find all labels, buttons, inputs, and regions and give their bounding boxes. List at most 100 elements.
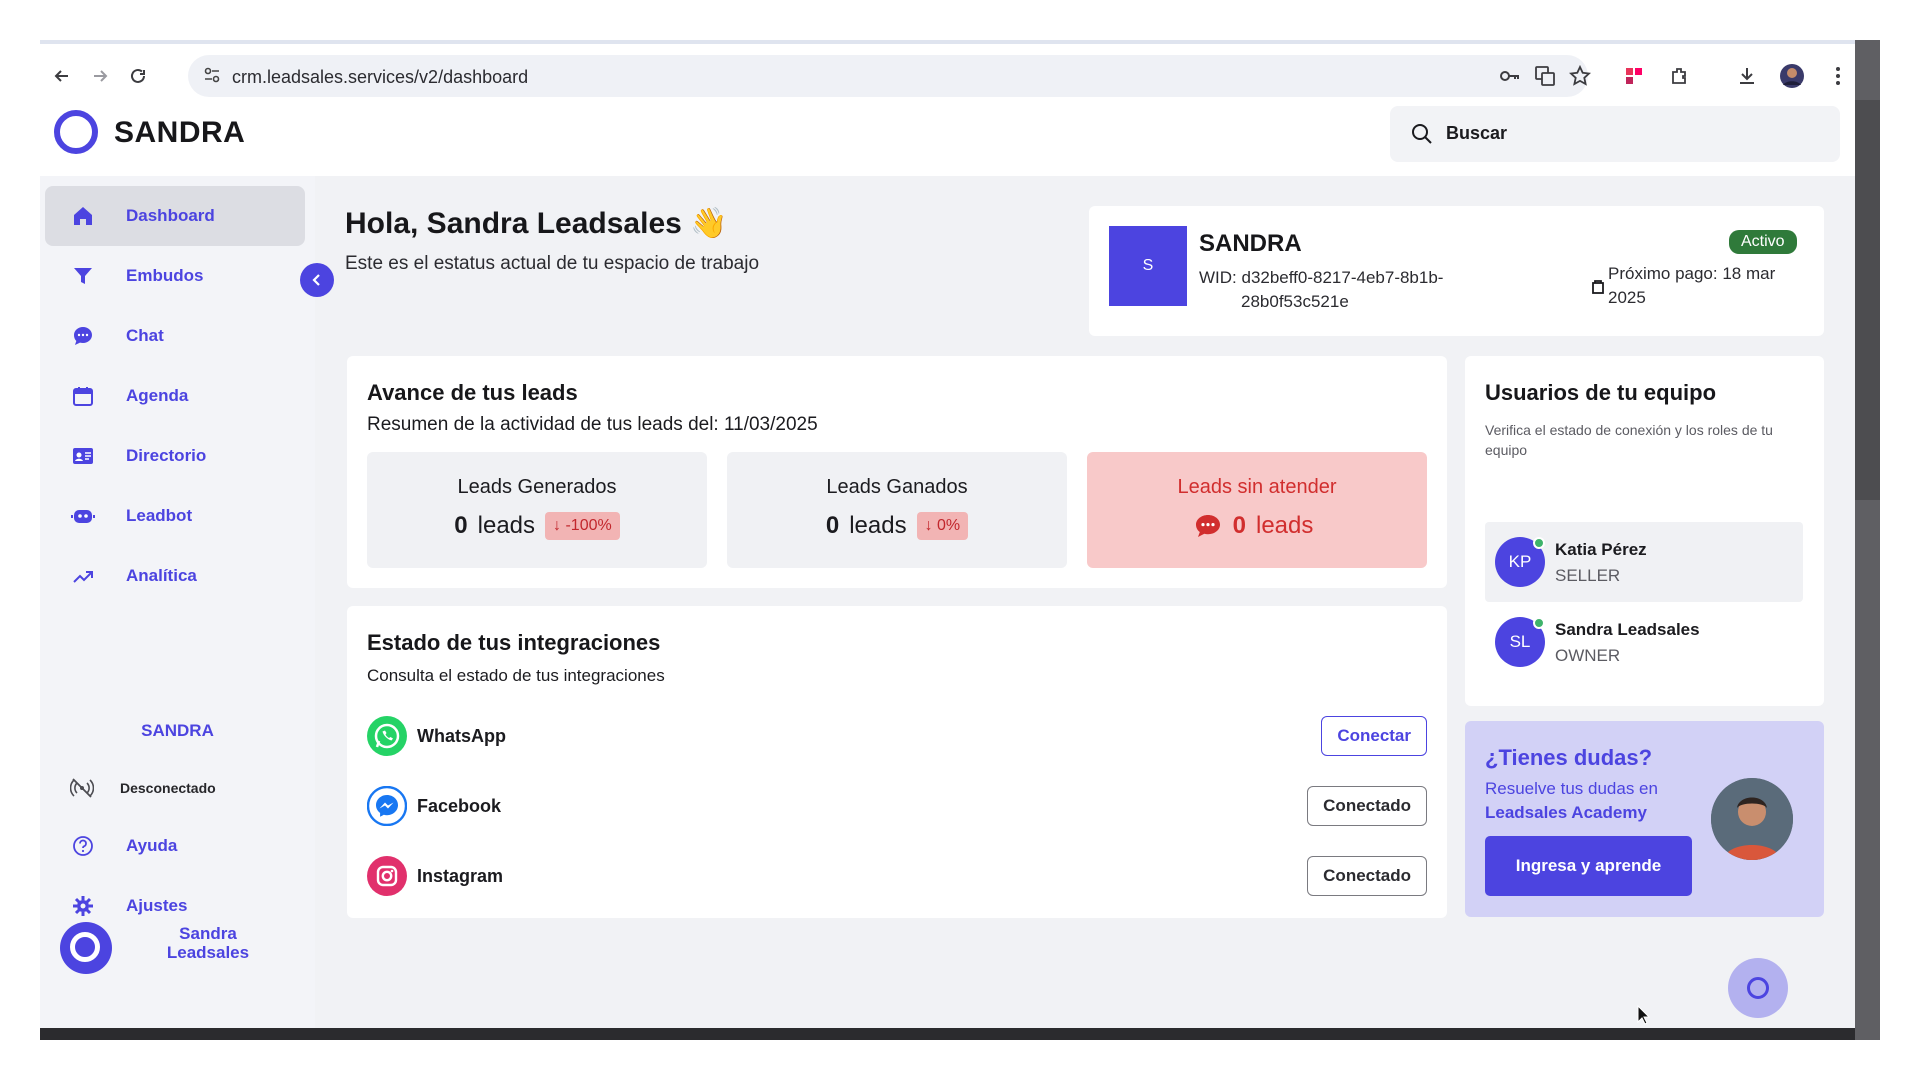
workspace-id-line1: WID: d32beff0-8217-4eb7-8b1b-	[1199, 268, 1444, 287]
bookmark-star-icon[interactable]	[1568, 64, 1592, 89]
signal-off-icon	[70, 778, 94, 798]
connection-status[interactable]: Desconectado	[70, 776, 216, 800]
stat-title: Leads sin atender	[1177, 476, 1337, 498]
stat-leads-unattended[interactable]: Leads sin atender 0 leads	[1087, 452, 1427, 568]
advisor-photo	[1711, 778, 1793, 860]
sidebar-item-label: Ayuda	[126, 836, 178, 855]
help-text: Resuelve tus dudas en	[1485, 779, 1658, 798]
search-label: Buscar	[1446, 123, 1508, 143]
next-payment: Próximo pago: 18 mar 2025	[1592, 262, 1828, 310]
sidebar-item-dashboard[interactable]: Dashboard	[45, 186, 305, 246]
browser-menu-icon[interactable]	[1822, 60, 1854, 92]
forward-icon[interactable]	[84, 60, 116, 92]
search-input[interactable]: Buscar	[1390, 106, 1840, 162]
back-icon[interactable]	[46, 60, 78, 92]
workspace-id-line2: 28b0f53c521e	[1241, 292, 1349, 311]
outer-scrollbar[interactable]	[1855, 40, 1880, 1040]
scrollbar-thumb[interactable]	[1855, 100, 1880, 500]
member-role: SELLER	[1555, 566, 1621, 585]
reload-icon[interactable]	[122, 60, 154, 92]
team-member[interactable]: KP Katia Pérez SELLER	[1485, 522, 1803, 602]
app-root: SANDRA Buscar Dashboard Embudos Chat Age…	[40, 106, 1855, 1040]
stat-value: 0	[454, 512, 468, 539]
academy-button[interactable]: Ingresa y aprende	[1485, 836, 1692, 896]
gear-icon	[71, 894, 95, 918]
sidebar-item-chat[interactable]: Chat	[45, 306, 305, 366]
help-title: ¿Tienes dudas?	[1485, 745, 1653, 770]
trend-up-icon	[71, 564, 95, 588]
workspace-name: SANDRA	[141, 721, 214, 740]
sidebar-item-label: Analítica	[126, 566, 197, 585]
collapse-sidebar-button[interactable]	[300, 263, 334, 297]
browser-window: crm.leadsales.services/v2/dashboard SAND…	[40, 40, 1880, 1040]
sidebar-item-label: Leadbot	[126, 506, 193, 525]
funnel-icon	[71, 264, 95, 288]
stat-unit: leads	[849, 512, 907, 539]
translate-icon[interactable]	[1533, 65, 1557, 89]
user-name[interactable]: Sandra Leadsales	[148, 924, 268, 962]
connect-whatsapp-button[interactable]: Conectar	[1321, 716, 1427, 756]
search-icon	[1412, 124, 1432, 144]
extension-app-icon[interactable]	[1618, 60, 1650, 92]
sidebar-item-ayuda[interactable]: Ayuda	[45, 816, 305, 876]
calendar-icon	[71, 384, 95, 408]
team-subtitle: Verifica el estado de conexión y los rol…	[1485, 422, 1773, 458]
sidebar-item-embudos[interactable]: Embudos	[45, 246, 305, 306]
member-role: OWNER	[1555, 646, 1621, 665]
integration-name: Instagram	[417, 866, 504, 886]
url-text[interactable]: crm.leadsales.services/v2/dashboard	[232, 67, 528, 88]
browser-toolbar: crm.leadsales.services/v2/dashboard	[40, 40, 1855, 106]
bot-icon	[71, 504, 95, 528]
workspace-id: WID: d32beff0-8217-4eb7-8b1b- 28b0f53c52…	[1199, 266, 1499, 314]
member-name: Sandra Leadsales	[1555, 620, 1700, 639]
user-avatar[interactable]	[60, 922, 112, 974]
stat-value: 0	[825, 512, 840, 539]
stat-change-badge: ↓ -100%	[545, 512, 620, 540]
stat-title: Leads Ganados	[826, 476, 968, 498]
sidebar-item-label: Directorio	[126, 446, 207, 465]
team-card: Usuarios de tu equipo Verifica el estado…	[1465, 356, 1824, 706]
integration-row-whatsapp: WhatsApp Conectar	[367, 714, 1427, 758]
team-member[interactable]: SL Sandra Leadsales OWNER	[1485, 602, 1803, 682]
academy-link[interactable]: Leadsales Academy	[1485, 803, 1647, 823]
leads-subtitle: Resumen de la actividad de tus leads del…	[367, 414, 818, 435]
main-content: Hola, Sandra Leadsales 👋 Este es el esta…	[315, 176, 1855, 1040]
integration-name: WhatsApp	[417, 726, 506, 746]
workspace-title: SANDRA	[1199, 230, 1302, 257]
sidebar-item-directorio[interactable]: Directorio	[45, 426, 305, 486]
integration-row-instagram: Instagram Conectado	[367, 854, 1427, 898]
profile-avatar-icon[interactable]	[1776, 60, 1808, 92]
integrations-subtitle: Consulta el estado de tus integraciones	[367, 666, 665, 685]
sidebar-item-label: Dashboard	[126, 206, 215, 225]
extensions-puzzle-icon[interactable]	[1664, 60, 1696, 92]
site-settings-icon[interactable]	[202, 65, 224, 87]
stat-leads-won: Leads Ganados 0 leads ↓ 0%	[727, 452, 1067, 568]
workspace-avatar: S	[1109, 226, 1187, 306]
status-badge: Activo	[1729, 230, 1797, 254]
download-icon[interactable]	[1731, 60, 1763, 92]
app-header: SANDRA Buscar	[40, 106, 1855, 176]
payment-icon	[1592, 278, 1608, 310]
integrations-title: Estado de tus integraciones	[367, 630, 661, 655]
chat-alert-icon	[1195, 514, 1221, 538]
sidebar-item-leadbot[interactable]: Leadbot	[45, 486, 305, 546]
instagram-connected-button[interactable]: Conectado	[1307, 856, 1427, 896]
background-window-edge	[40, 1028, 1855, 1040]
sidebar-item-agenda[interactable]: Agenda	[45, 366, 305, 426]
leadsales-logo[interactable]	[54, 110, 98, 154]
stat-unit: leads	[477, 512, 536, 539]
leads-title: Avance de tus leads	[367, 380, 578, 405]
chat-support-button[interactable]	[1728, 958, 1788, 1018]
help-circle-icon	[71, 834, 95, 858]
stat-title: Leads Generados	[457, 476, 617, 498]
online-indicator	[1533, 537, 1545, 549]
address-bar[interactable]: crm.leadsales.services/v2/dashboard	[188, 55, 1592, 97]
workspace-card: S SANDRA WID: d32beff0-8217-4eb7-8b1b- 2…	[1089, 206, 1824, 336]
stat-change-badge: ↓ 0%	[916, 512, 969, 540]
instagram-icon	[367, 856, 407, 896]
sidebar-item-label: Embudos	[126, 266, 204, 285]
key-icon[interactable]	[1498, 65, 1522, 89]
page-title: Hola, Sandra Leadsales 👋	[345, 207, 728, 240]
facebook-connected-button[interactable]: Conectado	[1307, 786, 1427, 826]
sidebar-item-analitica[interactable]: Analítica	[45, 546, 305, 606]
